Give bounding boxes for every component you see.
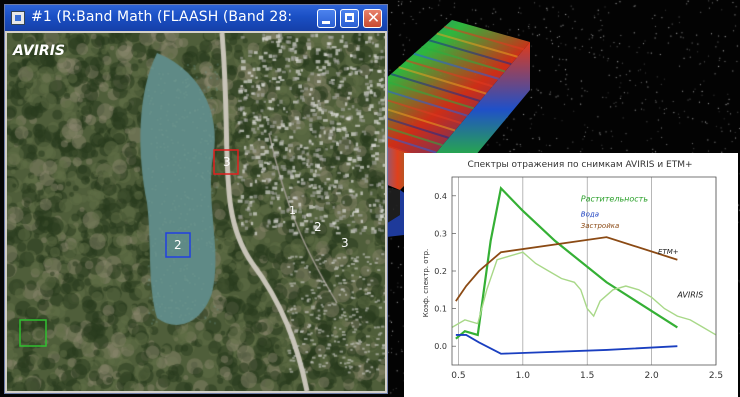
series-line-water [455, 334, 678, 355]
chart-title: Спектры отражения по снимкам AVIRIS и ET… [467, 160, 692, 170]
chart-annotation: ETM+ [658, 248, 679, 256]
chart-annotation: Вода [581, 210, 599, 218]
cube-label-1: 1 [289, 204, 296, 217]
roi-label-blue: 2 [174, 238, 182, 252]
roi-marker-green[interactable] [19, 319, 47, 347]
spectral-reflectance-chart: Спектры отражения по снимкам AVIRIS и ET… [404, 153, 738, 397]
chart-plot-frame [451, 176, 717, 366]
cube-label-3: 3 [341, 236, 349, 250]
x-tick-label: 0.5 [451, 371, 465, 381]
x-tick-label: 2.5 [709, 371, 723, 381]
roi-label-red: 3 [223, 155, 231, 169]
cube-label-2: 2 [314, 220, 322, 234]
y-tick-label: 0.4 [434, 192, 447, 201]
chart-grid [452, 177, 717, 365]
y-tick-label: 0.2 [434, 267, 447, 276]
chart-annotations: Растительность Вода Застройка ETM+ AVIRIS [581, 194, 703, 299]
y-tick-label: 0.0 [434, 342, 447, 351]
screenshot-stage: #1 (R:Band Math (FLAASH (Band 28: ✕ AVIR… [0, 0, 740, 397]
chart-annotation: AVIRIS [676, 290, 703, 299]
chart-annotation: Застройка [581, 222, 620, 230]
x-tick-label: 1.5 [580, 371, 594, 381]
chart-y-label: Коэф. спектр. отр. [422, 249, 430, 318]
x-tick-label: 1.0 [516, 371, 531, 381]
y-tick-label: 0.3 [434, 229, 447, 238]
y-tick-label: 0.1 [434, 305, 447, 314]
chart-annotation: Растительность [581, 194, 649, 203]
x-tick-label: 2.0 [644, 371, 659, 381]
